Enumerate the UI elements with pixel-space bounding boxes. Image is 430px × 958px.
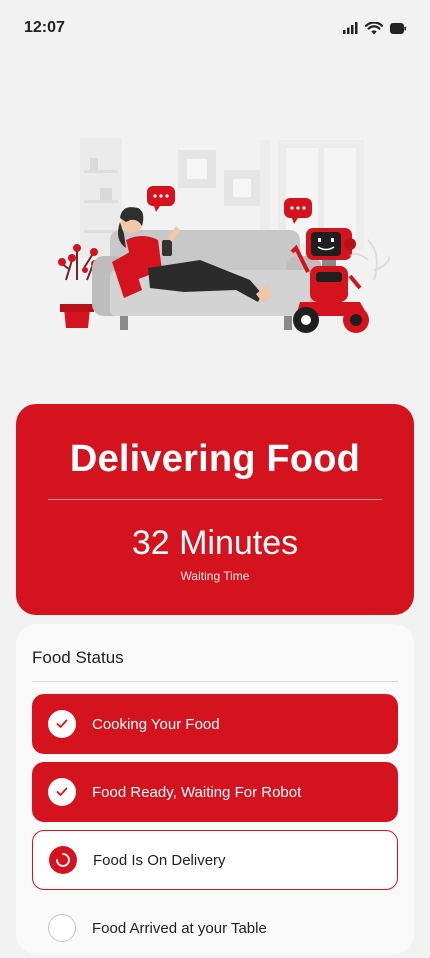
status-step-cooking[interactable]: Cooking Your Food: [32, 694, 398, 754]
delivery-title: Delivering Food: [69, 438, 361, 480]
loading-spinner-icon: [49, 846, 77, 874]
step-label: Food Arrived at your Table: [92, 919, 267, 937]
food-status-panel: Food Status Cooking Your Food Food Ready…: [16, 624, 414, 954]
food-status-title: Food Status: [32, 648, 124, 667]
wifi-icon: [365, 21, 383, 35]
hero-divider: [48, 499, 382, 500]
status-bar: 12:07: [0, 0, 430, 56]
battery-icon: [390, 22, 406, 34]
status-step-ready[interactable]: Food Ready, Waiting For Robot: [32, 762, 398, 822]
status-icons: [343, 21, 406, 35]
status-step-arrived[interactable]: Food Arrived at your Table: [32, 898, 398, 958]
panel-divider: [32, 681, 398, 682]
robot-delivery-illustration: [50, 130, 391, 350]
signal-icon: [343, 22, 358, 34]
check-icon: [48, 710, 76, 738]
check-icon: [48, 778, 76, 806]
status-step-delivery[interactable]: Food Is On Delivery: [32, 830, 398, 890]
delivery-status-card: Delivering Food 32 Minutes Waiting Time: [16, 404, 414, 615]
speech-bubble-woman: [147, 186, 175, 212]
step-label: Food Ready, Waiting For Robot: [92, 783, 302, 801]
step-label: Food Is On Delivery: [93, 851, 226, 869]
status-time: 12:07: [24, 19, 65, 36]
step-label: Cooking Your Food: [92, 715, 220, 733]
waiting-time-caption: Waiting Time: [180, 569, 250, 583]
empty-circle-icon: [48, 914, 76, 942]
waiting-time-value: 32 Minutes: [131, 524, 299, 562]
